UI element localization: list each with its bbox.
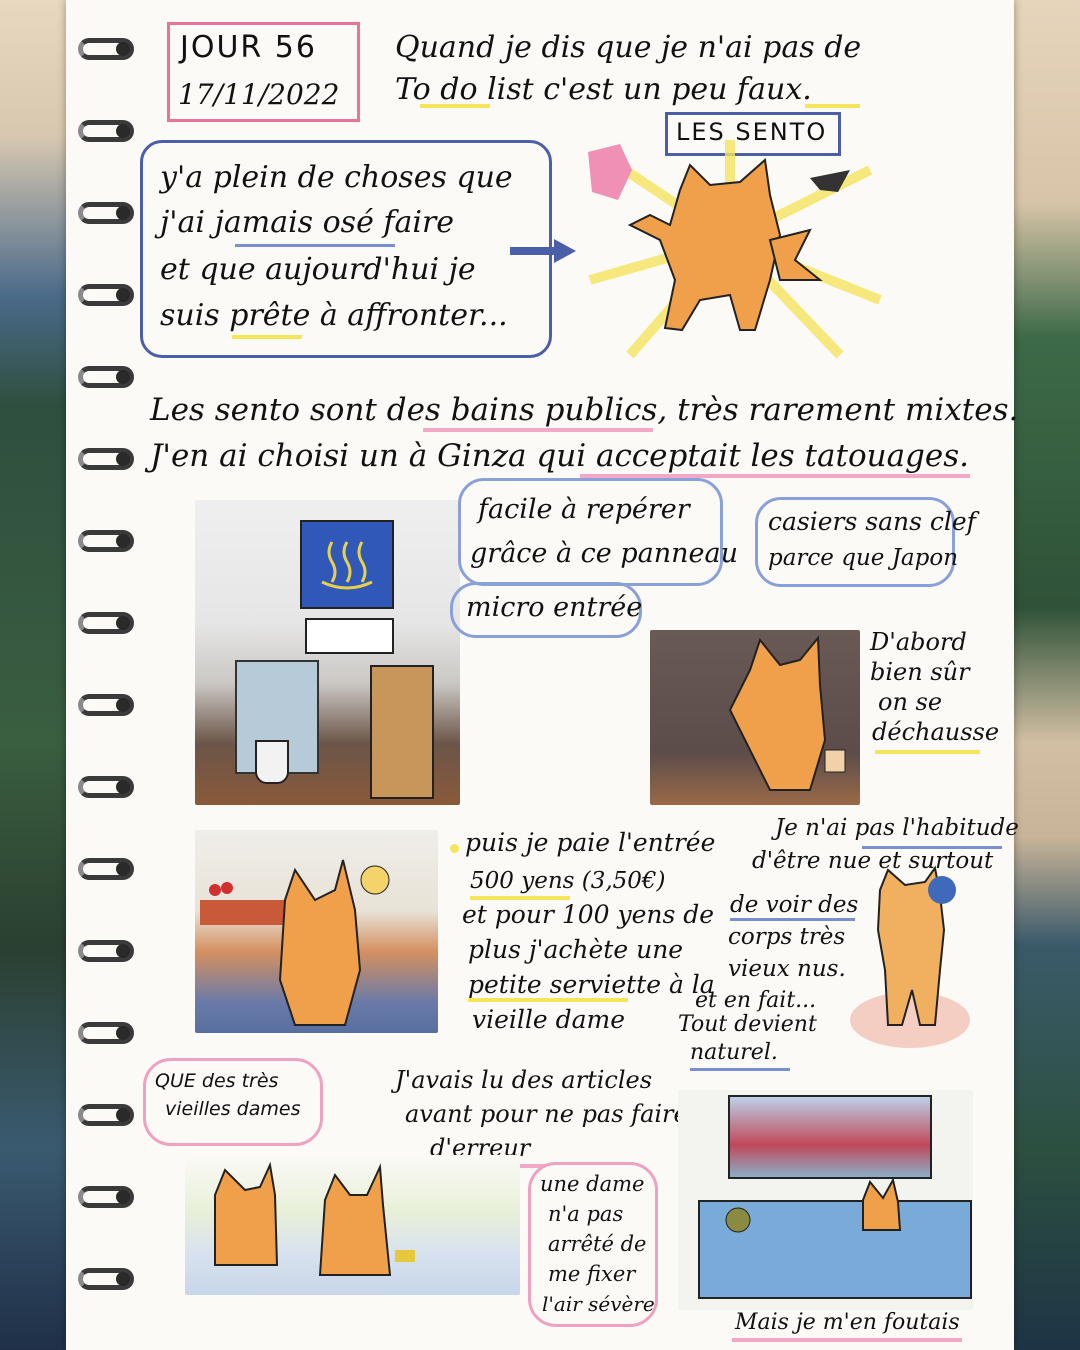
paie-line-5: petite serviette à la (468, 970, 715, 999)
sign-note-line-1: facile à repérer (478, 494, 690, 525)
bubble-line-3: et que aujourd'hui je (160, 252, 476, 287)
paie-line-6: vieille dame (472, 1005, 626, 1034)
date-label: 17/11/2022 (178, 78, 340, 111)
bath-illustration (678, 1090, 973, 1310)
dame-line-3: arrêté de (548, 1232, 647, 1256)
binding-hole (116, 1272, 130, 1286)
hot-spring-icon (300, 520, 394, 609)
highlight-500-yens (470, 896, 570, 900)
binding-hole (116, 124, 130, 138)
highlight-faux (805, 104, 860, 108)
fox-sunburst-illustration (588, 140, 882, 359)
binding-hole (116, 780, 130, 794)
binding-hole (116, 1108, 130, 1122)
micro-entree-label: micro entrée (466, 592, 643, 623)
sign-note-line-2: grâce à ce panneau (470, 538, 738, 569)
highlight-bains-publics (423, 428, 653, 432)
bubble-line-1: y'a plein de choses que (160, 160, 513, 195)
paragraph-line-1: Les sento sont des bains publics, très r… (150, 392, 1019, 428)
casiers-line-2: parce que Japon (768, 545, 959, 571)
bubble-line-4: suis prête à affronter... (160, 298, 508, 333)
highlight-dechausse (875, 750, 980, 754)
paragraph-line-2: J'en ai choisi un à Ginza qui acceptait … (150, 438, 970, 474)
vieilles-line-2: vieilles dames (165, 1098, 301, 1120)
paie-line-4: plus j'achète une (468, 935, 684, 964)
binding-hole (116, 452, 130, 466)
highlight-serviette (468, 998, 628, 1002)
underline-naturel (690, 1068, 790, 1071)
casiers-line-1: casiers sans clef (768, 507, 976, 536)
highlight-mais (732, 1338, 962, 1342)
articles-line-1: J'avais lu des articles (395, 1066, 653, 1094)
habitude-line-1: Je n'ai pas l'habitude (775, 815, 1019, 841)
bubble-line-2: j'ai jamais osé faire (160, 205, 455, 240)
habitude-line-8: naturel. (690, 1040, 778, 1065)
binding-hole (116, 944, 130, 958)
intro-line-1: Quand je dis que je n'ai pas de (395, 30, 862, 65)
highlight-to-do (420, 104, 490, 108)
habitude-line-6: et en fait... (695, 988, 817, 1013)
paie-line-2: 500 yens (3,50€) (470, 868, 666, 894)
vieilles-line-1: QUE des très (155, 1070, 279, 1092)
binding-hole (116, 698, 130, 712)
washing-area-illustration (185, 1155, 520, 1295)
binding-hole (116, 862, 130, 876)
binding-hole (116, 42, 130, 56)
cat-towel-illustration (850, 865, 970, 1048)
dabord-line-3: on se (878, 688, 943, 716)
binding-hole (116, 370, 130, 384)
articles-line-2: avant pour ne pas faire (405, 1100, 688, 1128)
dame-line-5: l'air sévère (542, 1292, 655, 1316)
dame-line-2: n'a pas (548, 1202, 624, 1226)
binding-hole (116, 1190, 130, 1204)
dabord-line-2: bien sûr (870, 658, 970, 686)
sento-entrance-illustration (195, 500, 460, 805)
dame-line-4: me fixer (548, 1262, 636, 1286)
payment-counter-illustration (195, 830, 438, 1033)
arrow-icon (510, 239, 576, 263)
dabord-line-1: D'abord (870, 628, 967, 656)
highlight-pret (232, 335, 302, 339)
bullet-yellow (450, 844, 459, 853)
habitude-line-4: corps très (728, 924, 846, 950)
mais-line: Mais je m'en foutais (735, 1310, 960, 1335)
intro-line-2: To do list c'est un peu faux. (395, 72, 812, 107)
binding-hole (116, 1026, 130, 1040)
dame-line-1: une dame (540, 1172, 645, 1196)
underline-voir (730, 918, 855, 921)
underline-jamais (235, 244, 395, 247)
day-label: JOUR 56 (180, 30, 317, 65)
habitude-line-5: vieux nus. (728, 956, 846, 982)
habitude-line-7: Tout devient (678, 1012, 817, 1037)
dabord-line-4: déchausse (872, 718, 1000, 746)
binding-hole (116, 534, 130, 548)
paie-line-1: puis je paie l'entrée (465, 828, 716, 857)
underline-pas-habitude (862, 846, 1002, 849)
paie-line-3: et pour 100 yens de (462, 900, 715, 929)
binding-hole (116, 206, 130, 220)
lockers-illustration (650, 630, 860, 805)
binding-hole (116, 616, 130, 630)
binding-hole (116, 288, 130, 302)
